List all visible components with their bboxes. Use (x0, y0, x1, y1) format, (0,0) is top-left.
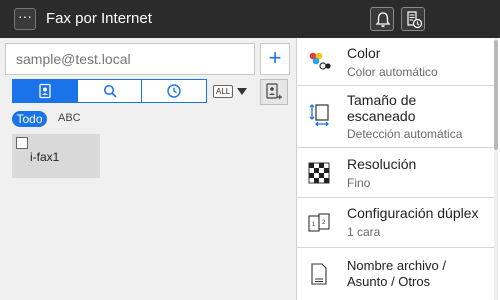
tab-history[interactable] (142, 80, 206, 102)
search-icon (103, 84, 117, 98)
setting-value: Color automático (347, 65, 438, 79)
page-title: Fax por Internet (46, 10, 152, 27)
address-book-icon (39, 83, 51, 99)
all-chip: ALL (213, 84, 234, 98)
clock-icon (167, 84, 181, 98)
document-icon (311, 263, 327, 285)
duplex-icon: 1 2 (308, 213, 330, 232)
setting-color[interactable]: Color Color automático (297, 38, 497, 86)
settings-panel: Color Color automático Tamaño de escanea… (296, 38, 500, 300)
address-register-icon (266, 83, 282, 100)
filter-abc[interactable]: ABC (58, 112, 81, 124)
setting-duplex[interactable]: 1 2 Configuración dúplex 1 cara (297, 198, 497, 248)
resolution-icon (308, 162, 330, 184)
filter-all[interactable]: Todo (12, 111, 47, 127)
setting-name: Configuración dúplex (347, 205, 479, 221)
destination-name: i-fax1 (30, 150, 60, 164)
setting-name: Tamaño de escaneado (347, 92, 417, 124)
scan-size-icon (309, 104, 329, 126)
scrollbar-thumb[interactable] (494, 40, 498, 150)
chevron-down-icon (237, 87, 248, 95)
register-address-button[interactable] (260, 79, 288, 105)
job-status-icon[interactable] (401, 7, 425, 31)
setting-name: Nombre archivo / Asunto / Otros (347, 258, 446, 289)
setting-value: Fino (347, 176, 371, 190)
destination-card[interactable]: i-fax1 (12, 134, 100, 178)
setting-name: Color (347, 45, 381, 61)
setting-file-name[interactable]: Nombre archivo / Asunto / Otros (297, 248, 497, 300)
setting-name: Resolución (347, 156, 417, 172)
setting-scan-size[interactable]: Tamaño de escaneado Detección automática (297, 86, 497, 148)
address-input[interactable] (5, 43, 255, 75)
destination-panel: + ALL (0, 38, 296, 300)
destination-checkbox[interactable] (16, 137, 28, 149)
setting-value: 1 cara (347, 225, 381, 239)
setting-resolution[interactable]: Resolución Fino (297, 148, 497, 198)
setting-value: Detección automática (347, 127, 463, 141)
top-bar: ··· Fax por Internet (0, 0, 500, 38)
tab-address-book[interactable] (13, 80, 78, 102)
color-icon (309, 52, 331, 70)
address-tabs (12, 79, 207, 103)
index-dropdown[interactable]: ALL (213, 81, 255, 101)
add-destination-button[interactable]: + (260, 43, 290, 75)
tab-search[interactable] (78, 80, 143, 102)
bell-icon[interactable] (370, 7, 394, 31)
menu-button[interactable]: ··· (14, 8, 36, 30)
